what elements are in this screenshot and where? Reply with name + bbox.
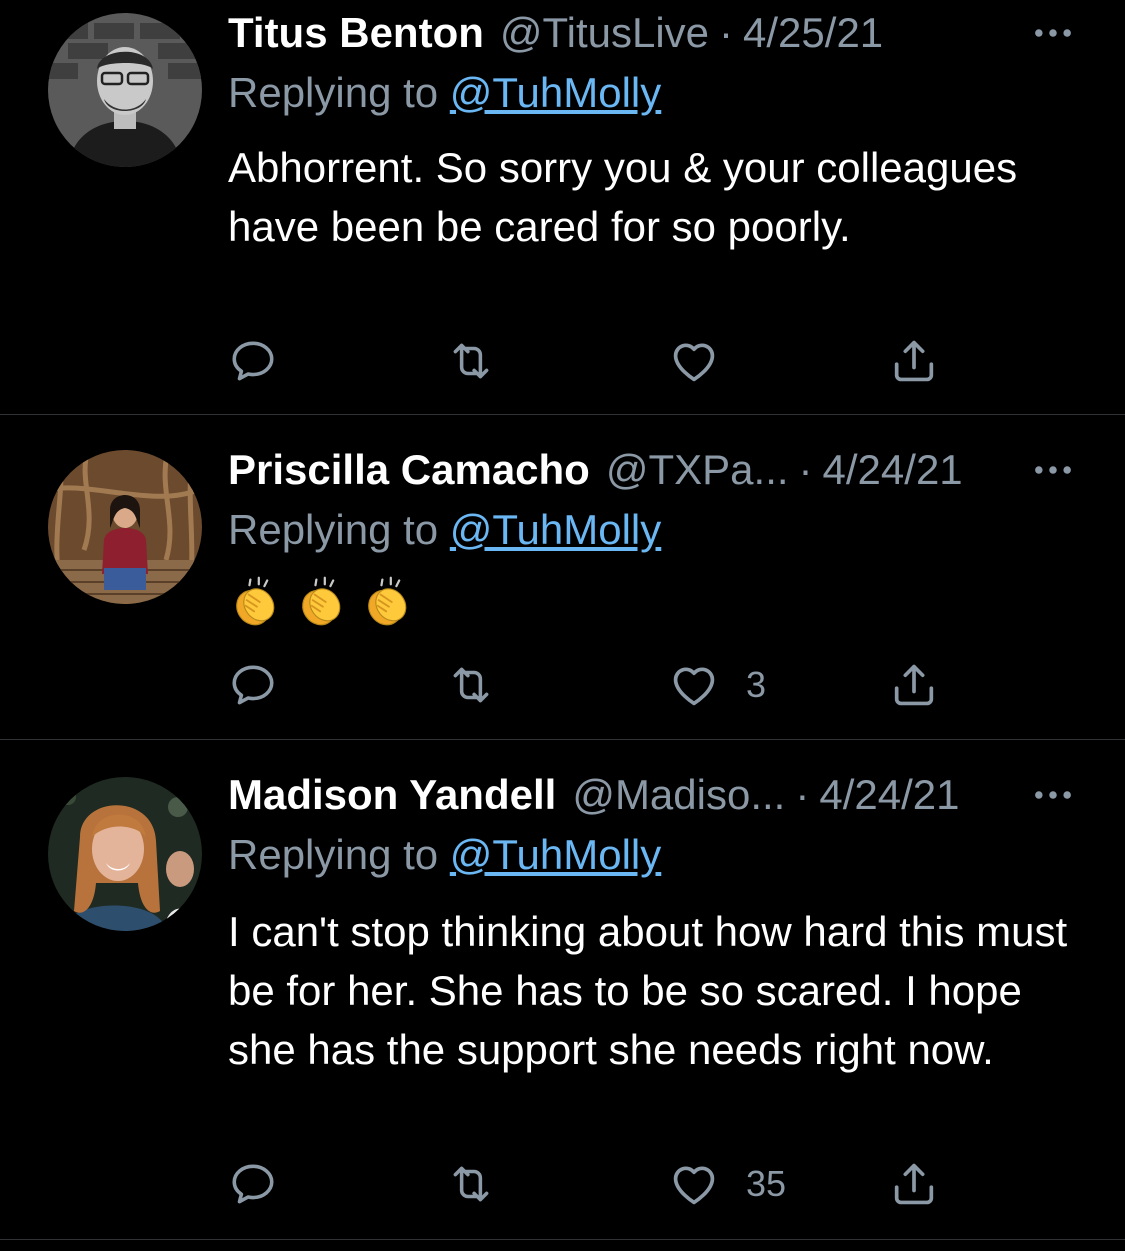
- clapping-hands-emoji: [294, 573, 350, 631]
- tweet-header: Titus Benton @TitusLive · 4/25/21: [228, 8, 1101, 58]
- replying-to-label: Replying to: [228, 831, 439, 878]
- like-count: 35: [746, 1163, 787, 1204]
- share-button[interactable]: [888, 336, 940, 386]
- replying-to-label: Replying to: [228, 506, 439, 553]
- share-button[interactable]: [888, 1159, 940, 1209]
- heart-icon: [668, 335, 720, 387]
- action-bar: [228, 336, 968, 386]
- reply-button[interactable]: [228, 1159, 278, 1209]
- retweet-button[interactable]: [446, 336, 496, 386]
- tweet-date[interactable]: 4/24/21: [823, 445, 963, 495]
- reply-icon: [228, 1159, 278, 1209]
- tweet-header: Madison Yandell @Madiso... · 4/24/21: [228, 770, 1101, 820]
- more-icon[interactable]: [1029, 8, 1077, 58]
- reply-icon: [228, 336, 278, 386]
- retweet-button[interactable]: [446, 660, 496, 710]
- more-icon[interactable]: [1029, 445, 1077, 495]
- user-handle[interactable]: @TXPa...: [606, 445, 789, 495]
- tweet-text: I can't stop thinking about how hard thi…: [228, 908, 1068, 1073]
- action-bar: 3: [228, 660, 968, 710]
- like-count: 3: [746, 664, 767, 705]
- replying-to-label: Replying to: [228, 69, 439, 116]
- mention-link[interactable]: @TuhMolly: [450, 831, 661, 878]
- avatar[interactable]: [48, 13, 202, 167]
- user-handle[interactable]: @Madiso...: [572, 770, 785, 820]
- retweet-icon: [446, 660, 496, 710]
- user-handle[interactable]: @TitusLive: [500, 8, 709, 58]
- tweet-date[interactable]: 4/24/21: [819, 770, 959, 820]
- retweet-icon: [446, 336, 496, 386]
- display-name[interactable]: Priscilla Camacho: [228, 445, 590, 495]
- tweet-date[interactable]: 4/25/21: [743, 8, 883, 58]
- mention-link[interactable]: @TuhMolly: [450, 69, 661, 116]
- share-icon: [888, 659, 940, 711]
- tweet[interactable]: Titus Benton @TitusLive · 4/25/21 Replyi…: [0, 0, 1125, 415]
- clapping-hands-emoji: [360, 573, 416, 631]
- retweet-button[interactable]: [446, 1159, 496, 1209]
- more-icon[interactable]: [1029, 770, 1077, 820]
- separator-dot: ·: [719, 9, 734, 56]
- avatar[interactable]: [48, 450, 202, 604]
- replying-to: Replying to @TuhMolly: [228, 505, 661, 555]
- heart-icon: [668, 659, 720, 711]
- heart-icon: [668, 1158, 720, 1210]
- like-button[interactable]: 35: [668, 1159, 786, 1209]
- reply-button[interactable]: [228, 660, 278, 710]
- avatar[interactable]: [48, 777, 202, 931]
- tweet[interactable]: Madison Yandell @Madiso... · 4/24/21 Rep…: [0, 740, 1125, 1240]
- share-button[interactable]: [888, 660, 940, 710]
- display-name[interactable]: Madison Yandell: [228, 770, 556, 820]
- tweet-header: Priscilla Camacho @TXPa... · 4/24/21: [228, 445, 1101, 495]
- clapping-hands-emoji: [228, 573, 284, 631]
- emoji-row: [228, 573, 416, 631]
- share-icon: [888, 1158, 940, 1210]
- tweet[interactable]: Priscilla Camacho @TXPa... · 4/24/21 Rep…: [0, 415, 1125, 740]
- display-name[interactable]: Titus Benton: [228, 8, 484, 58]
- tweet-text: Abhorrent. So sorry you & your colleague…: [228, 144, 1018, 250]
- replying-to: Replying to @TuhMolly: [228, 68, 661, 118]
- reply-icon: [228, 660, 278, 710]
- like-button[interactable]: 3: [668, 660, 766, 710]
- retweet-icon: [446, 1159, 496, 1209]
- replying-to: Replying to @TuhMolly: [228, 830, 661, 880]
- mention-link[interactable]: @TuhMolly: [450, 506, 661, 553]
- action-bar: 35: [228, 1159, 968, 1209]
- share-icon: [888, 335, 940, 387]
- separator-dot: ·: [798, 446, 813, 493]
- separator-dot: ·: [795, 771, 810, 818]
- reply-button[interactable]: [228, 336, 278, 386]
- like-button[interactable]: [668, 336, 746, 386]
